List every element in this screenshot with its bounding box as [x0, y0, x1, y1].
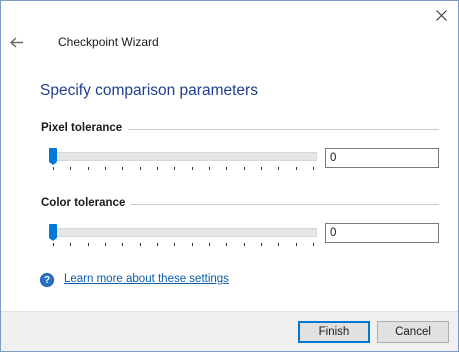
color-tolerance-slider-track[interactable] — [49, 228, 317, 237]
slider-tick — [261, 243, 262, 246]
slider-tick — [192, 243, 193, 246]
slider-tick — [226, 167, 227, 170]
slider-tick — [140, 243, 141, 246]
pixel-tolerance-label: Pixel tolerance — [41, 122, 129, 134]
color-tolerance-slider-thumb[interactable] — [49, 224, 57, 241]
slider-tick — [140, 167, 141, 170]
slider-tick — [244, 167, 245, 170]
slider-tick — [88, 167, 89, 170]
slider-tick — [70, 167, 71, 170]
slider-tick — [313, 167, 314, 170]
arrow-left-icon — [10, 36, 23, 48]
slider-tick — [88, 243, 89, 246]
slider-tick — [296, 243, 297, 246]
pixel-tolerance-slider-thumb[interactable] — [49, 148, 57, 165]
finish-button[interactable]: Finish — [298, 321, 370, 343]
color-tolerance-input[interactable] — [325, 223, 439, 243]
slider-tick — [226, 243, 227, 246]
slider-tick — [105, 243, 106, 246]
slider-tick — [157, 243, 158, 246]
slider-tick — [105, 167, 106, 170]
back-button[interactable] — [7, 32, 27, 52]
pixel-tolerance-ticks — [53, 167, 314, 171]
cancel-button[interactable]: Cancel — [377, 321, 449, 343]
slider-tick — [278, 243, 279, 246]
slider-tick — [296, 167, 297, 170]
learn-more-link[interactable]: Learn more about these settings — [64, 273, 229, 285]
slider-tick — [53, 243, 54, 246]
page-heading: Specify comparison parameters — [40, 82, 258, 99]
slider-tick — [70, 243, 71, 246]
close-button[interactable] — [430, 5, 452, 25]
window-title: Checkpoint Wizard — [58, 35, 159, 49]
slider-tick — [122, 167, 123, 170]
color-tolerance-label: Color tolerance — [41, 197, 132, 209]
color-tolerance-ticks — [53, 243, 314, 247]
slider-tick — [174, 167, 175, 170]
slider-tick — [209, 243, 210, 246]
slider-tick — [313, 243, 314, 246]
slider-tick — [192, 167, 193, 170]
slider-tick — [278, 167, 279, 170]
slider-tick — [53, 167, 54, 170]
slider-tick — [209, 167, 210, 170]
checkpoint-wizard-window: Checkpoint Wizard Specify comparison par… — [0, 0, 459, 352]
question-circle-icon[interactable]: ? — [40, 273, 54, 287]
slider-tick — [261, 167, 262, 170]
close-icon — [435, 9, 447, 21]
slider-tick — [157, 167, 158, 170]
slider-tick — [122, 243, 123, 246]
pixel-tolerance-input[interactable] — [325, 148, 439, 168]
pixel-tolerance-slider-track[interactable] — [49, 152, 317, 161]
slider-tick — [244, 243, 245, 246]
slider-tick — [174, 243, 175, 246]
dialog-footer: Finish Cancel — [1, 311, 458, 351]
